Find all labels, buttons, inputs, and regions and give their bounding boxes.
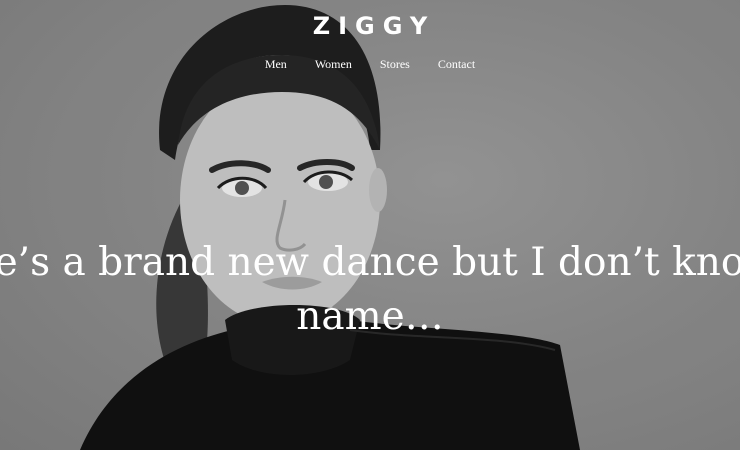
hero-headline: There’s a brand new dance but I don’t kn…: [0, 240, 740, 339]
hero-section: ZIGGY Men Women Stores Contact There’s a…: [0, 0, 740, 450]
nav-item-men[interactable]: Men: [251, 57, 301, 72]
nav-item-women[interactable]: Women: [301, 57, 366, 72]
brand-logo[interactable]: ZIGGY: [0, 12, 740, 40]
main-nav: Men Women Stores Contact: [0, 57, 740, 72]
nav-item-contact[interactable]: Contact: [424, 57, 489, 72]
nav-item-stores[interactable]: Stores: [366, 57, 424, 72]
